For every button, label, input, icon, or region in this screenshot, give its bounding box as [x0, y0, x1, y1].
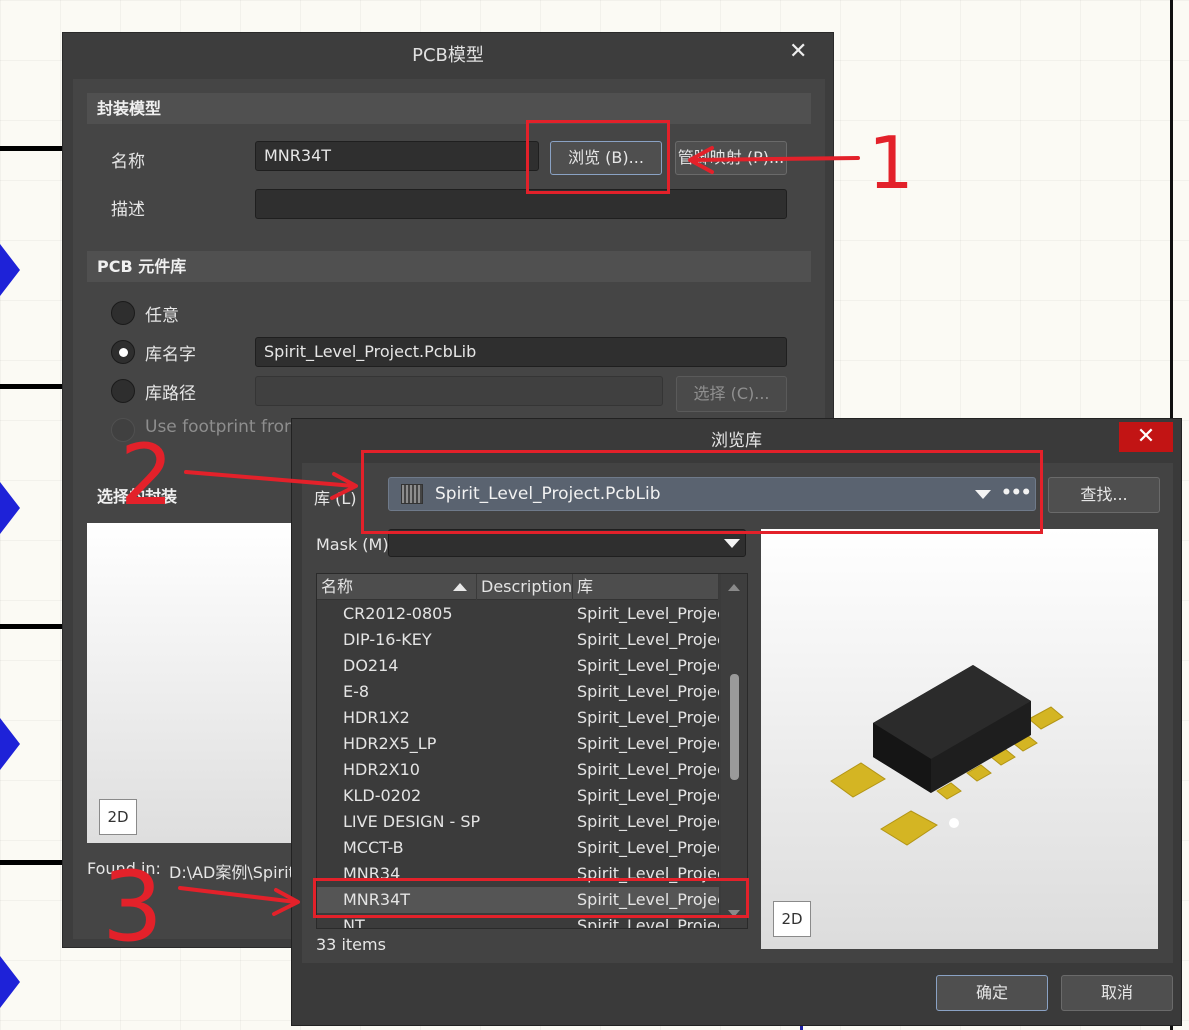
table-row[interactable]: HDR1X2 Spirit_Level_Project: [317, 705, 719, 731]
row-name: HDR1X2: [343, 708, 410, 727]
table-row[interactable]: DIP-16-KEY Spirit_Level_Project: [317, 627, 719, 653]
radio-any-label: 任意: [145, 306, 179, 326]
row-name: KLD-0202: [343, 786, 422, 805]
found-in-label: Found in:: [87, 859, 161, 878]
row-library: Spirit_Level_Project: [577, 760, 719, 779]
schematic-wire: [0, 146, 64, 151]
pad: [830, 762, 886, 798]
highlight-browse-button: [526, 120, 670, 194]
row-library: Spirit_Level_Project: [577, 604, 719, 623]
radio-library-name-label: 库名字: [145, 345, 196, 365]
schematic-pin-arrow: [0, 244, 20, 296]
row-library: Spirit_Level_Project: [577, 682, 719, 701]
column-header-description[interactable]: Description: [477, 574, 573, 600]
name-input[interactable]: MNR34T: [255, 141, 539, 171]
radio-any[interactable]: [111, 301, 135, 325]
view-2d-toggle[interactable]: 2D: [99, 799, 137, 835]
row-name: DIP-16-KEY: [343, 630, 432, 649]
dialog-title: PCB模型: [63, 33, 833, 77]
row-name: CR2012-0805: [343, 604, 453, 623]
item-count: 33 items: [316, 935, 386, 954]
found-in-path: D:\AD案例\Spirit: [169, 863, 295, 882]
row-library: Spirit_Level_Project: [577, 656, 719, 675]
section-footprint-model: 封装模型: [87, 93, 811, 124]
row-library: Spirit_Level_Project: [577, 708, 719, 727]
scroll-thumb[interactable]: [730, 674, 739, 780]
row-name: MCCT-B: [343, 838, 404, 857]
pin-1-marker: [949, 818, 959, 828]
radio-library-name[interactable]: [111, 340, 135, 364]
row-name: HDR2X10: [343, 760, 420, 779]
row-name: HDR2X5_LP: [343, 734, 437, 753]
highlight-selected-row: [313, 878, 749, 918]
table-row[interactable]: HDR2X5_LP Spirit_Level_Project: [317, 731, 719, 757]
radio-library-path[interactable]: [111, 379, 135, 403]
mask-label: Mask (M): [316, 535, 389, 554]
row-name: LIVE DESIGN - SP: [343, 812, 481, 831]
footprint-list: 名称 Description 库 CR2012-0805 Spirit_Level…: [316, 573, 748, 929]
schematic-pin-arrow: [0, 718, 20, 770]
close-icon[interactable]: ✕: [789, 41, 807, 63]
name-label: 名称: [111, 152, 145, 172]
row-name: E-8: [343, 682, 370, 701]
row-name: DO214: [343, 656, 399, 675]
schematic-pin-arrow: [0, 956, 20, 1008]
description-input[interactable]: [255, 189, 787, 219]
table-row[interactable]: DO214 Spirit_Level_Project: [317, 653, 719, 679]
table-row[interactable]: E-8 Spirit_Level_Project: [317, 679, 719, 705]
component-3d-model: [830, 665, 1064, 846]
ok-button[interactable]: 确定: [936, 975, 1048, 1011]
list-scrollbar[interactable]: [721, 574, 747, 928]
library-label: 库 (L): [314, 489, 357, 508]
schematic-wire: [0, 860, 64, 865]
close-icon[interactable]: ✕: [1119, 422, 1173, 452]
select-button[interactable]: 选择 (C)...: [676, 376, 787, 412]
find-button[interactable]: 查找...: [1048, 477, 1160, 513]
view-2d-toggle[interactable]: 2D: [773, 901, 811, 937]
library-name-input[interactable]: Spirit_Level_Project.PcbLib: [255, 337, 787, 367]
description-label: 描述: [111, 200, 145, 220]
list-header: 名称 Description 库: [317, 574, 719, 600]
schematic-pin-arrow: [0, 482, 20, 534]
column-header-name[interactable]: 名称: [317, 574, 477, 600]
sort-ascending-icon: [453, 583, 467, 591]
chevron-down-icon[interactable]: [724, 539, 740, 548]
column-header-library[interactable]: 库: [573, 574, 719, 600]
footprint-3d-preview: 2D: [761, 529, 1158, 949]
row-library: Spirit_Level_Project: [577, 838, 719, 857]
radio-use-footprint[interactable]: [111, 418, 135, 442]
cancel-button[interactable]: 取消: [1061, 975, 1173, 1011]
table-row[interactable]: LIVE DESIGN - SP Spirit_Level_Project: [317, 809, 719, 835]
pin-map-button[interactable]: 管脚映射 (P)...: [675, 141, 787, 175]
row-library: Spirit_Level_Project: [577, 812, 719, 831]
pad: [1028, 706, 1064, 730]
radio-library-path-label: 库路径: [145, 384, 196, 404]
scroll-up-icon[interactable]: [728, 584, 740, 591]
section-pcb-library: PCB 元件库: [87, 251, 811, 282]
component-body: [873, 665, 1031, 793]
highlight-library-dropdown: [361, 450, 1043, 534]
schematic-wire: [0, 624, 64, 629]
row-library: Spirit_Level_Project: [577, 786, 719, 805]
schematic-wire: [0, 384, 64, 389]
table-row[interactable]: CR2012-0805 Spirit_Level_Project: [317, 601, 719, 627]
table-row[interactable]: HDR2X10 Spirit_Level_Project: [317, 757, 719, 783]
table-row[interactable]: KLD-0202 Spirit_Level_Project: [317, 783, 719, 809]
table-row[interactable]: MCCT-B Spirit_Level_Project: [317, 835, 719, 861]
library-path-input[interactable]: [255, 376, 663, 406]
row-library: Spirit_Level_Project: [577, 734, 719, 753]
radio-use-footprint-label: Use footprint from: [145, 417, 301, 437]
pad: [880, 810, 938, 846]
row-library: Spirit_Level_Project: [577, 630, 719, 649]
